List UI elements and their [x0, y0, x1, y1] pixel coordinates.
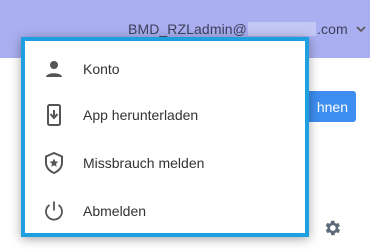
menu-item-label: Konto — [83, 61, 120, 77]
menu-item-label: Missbrauch melden — [83, 155, 205, 171]
account-dropdown-menu: Konto App herunterladen Missbrauch melde… — [21, 37, 309, 237]
chevron-down-icon — [356, 26, 366, 33]
account-email-domain: .com — [317, 21, 348, 37]
account-email-user: BMD_RZLadmin@ — [128, 21, 247, 37]
background-action-button[interactable]: hnen — [306, 91, 356, 122]
shield-star-icon — [43, 152, 65, 174]
background-action-label: hnen — [316, 98, 348, 115]
person-icon — [43, 58, 65, 80]
menu-item-missbrauch-melden[interactable]: Missbrauch melden — [25, 139, 305, 187]
menu-item-label: Abmelden — [83, 203, 147, 219]
menu-item-app-herunterladen[interactable]: App herunterladen — [25, 91, 305, 139]
menu-item-abmelden[interactable]: Abmelden — [25, 187, 305, 235]
phone-download-icon — [43, 104, 65, 126]
menu-item-konto[interactable]: Konto — [25, 45, 305, 93]
power-icon — [43, 200, 65, 222]
redacted-email-block — [248, 22, 316, 36]
gear-icon[interactable] — [322, 218, 342, 238]
menu-item-label: App herunterladen — [83, 107, 199, 123]
